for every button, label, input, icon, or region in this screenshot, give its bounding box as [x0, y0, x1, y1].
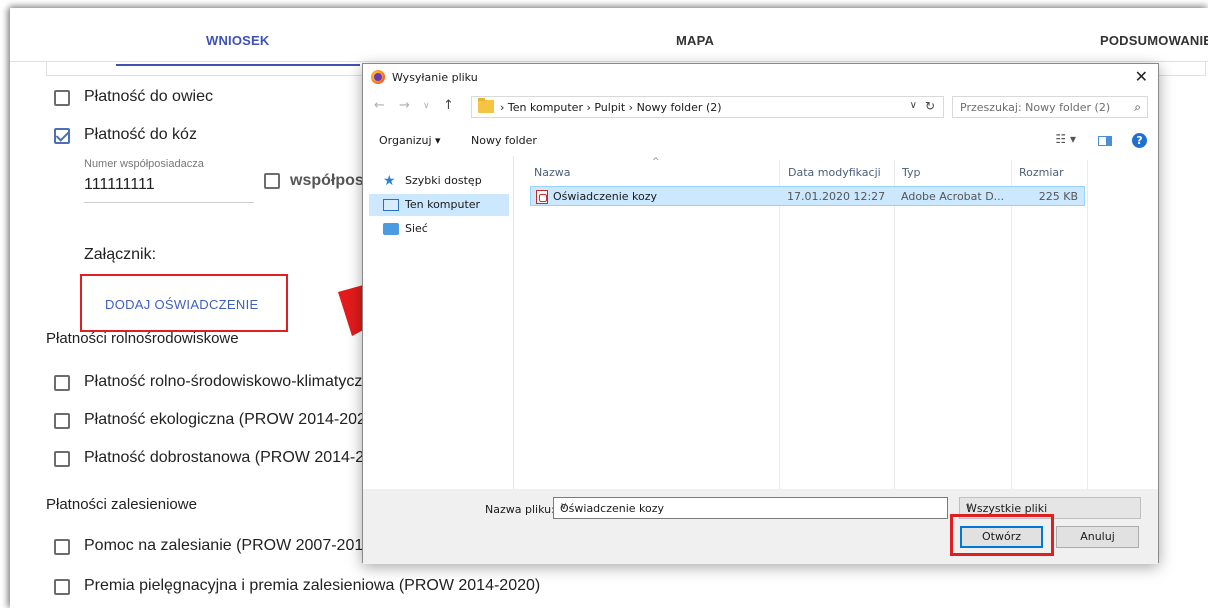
firefox-icon-center: [374, 73, 382, 81]
help-icon[interactable]: ?: [1132, 133, 1147, 148]
tab-podsumowanie[interactable]: PODSUMOWANIE: [1100, 33, 1208, 48]
column-header-date[interactable]: Data modyfikacji: [788, 166, 881, 179]
new-folder-button[interactable]: Nowy folder: [471, 134, 537, 147]
search-placeholder: Przeszukaj: Nowy folder (2): [960, 101, 1111, 114]
search-icon[interactable]: ⌕: [1134, 100, 1141, 115]
tab-wniosek[interactable]: WNIOSEK: [116, 33, 359, 66]
chevron-down-icon[interactable]: ∨: [560, 501, 941, 512]
column-header-name[interactable]: Nazwa: [534, 166, 570, 179]
file-date: 17.01.2020 12:27: [787, 190, 886, 203]
sidebar-item-this-pc[interactable]: Ten komputer: [369, 194, 509, 216]
column-divider: [1011, 160, 1012, 496]
tab-bar: WNIOSEK MAPA PODSUMOWANIE: [10, 8, 1208, 66]
wspolposiadacz-input[interactable]: 111111111: [84, 176, 155, 194]
wspolposiadacz-field-label: Numer współposiadacza: [84, 158, 204, 170]
filename-input[interactable]: Oświadczenie kozy ∨: [553, 497, 948, 519]
refresh-icon[interactable]: ↻: [925, 99, 935, 113]
sort-ascending-icon: ^: [652, 157, 660, 167]
section-zalesieniowe: Płatności zalesieniowe: [46, 496, 197, 513]
breadcrumb[interactable]: › Ten komputer › Pulpit › Nowy folder (2…: [500, 101, 722, 114]
checkbox-dobrostanowa[interactable]: [54, 451, 70, 467]
checkbox-rolno-klimat[interactable]: [54, 375, 70, 391]
label-owce: Płatność do owiec: [84, 88, 213, 105]
tab-mapa[interactable]: MAPA: [676, 33, 714, 48]
sidebar-item-label: Ten komputer: [405, 198, 481, 211]
preview-pane-icon[interactable]: [1098, 136, 1112, 146]
computer-icon: [383, 199, 399, 211]
file-size: 225 KB: [1038, 190, 1078, 203]
zalacznik-label: Załącznik:: [84, 246, 157, 263]
checkbox-kozy[interactable]: [54, 128, 70, 144]
organize-menu[interactable]: Organizuj ▾: [379, 134, 441, 147]
column-header-size[interactable]: Rozmiar: [1019, 166, 1064, 179]
file-upload-dialog: Wysyłanie pliku ✕ ← → ∨ ↑ › Ten komputer…: [362, 63, 1159, 564]
address-bar[interactable]: › Ten komputer › Pulpit › Nowy folder (2…: [471, 96, 944, 118]
checkbox-ekologiczna[interactable]: [54, 413, 70, 429]
sidebar-item-quick-access[interactable]: ★ Szybki dostęp: [369, 170, 509, 192]
checkbox-owce[interactable]: [54, 90, 70, 106]
folder-icon: [478, 98, 494, 113]
file-row[interactable]: Oświadczenie kozy 17.01.2020 12:27 Adobe…: [530, 186, 1085, 206]
dialog-toolbar: Organizuj ▾ Nowy folder ☷ ▾ ?: [363, 126, 1158, 156]
cancel-button[interactable]: Anuluj: [1056, 526, 1139, 548]
label-kozy: Płatność do kóz: [84, 126, 197, 143]
add-statement-button[interactable]: DODAJ OŚWIADCZENIE: [105, 297, 258, 312]
forward-arrow-icon[interactable]: →: [399, 98, 410, 113]
column-divider: [1087, 160, 1088, 496]
label-ekologiczna: Płatność ekologiczna (PROW 2014-2020: [84, 411, 375, 428]
pdf-file-icon: [536, 190, 548, 204]
star-icon: ★: [383, 173, 396, 189]
column-divider: [779, 160, 780, 496]
file-type: Adobe Acrobat D...: [901, 190, 1005, 203]
view-options-icon[interactable]: ☷ ▾: [1055, 132, 1076, 146]
up-arrow-icon[interactable]: ↑: [443, 98, 454, 113]
search-input[interactable]: Przeszukaj: Nowy folder (2) ⌕: [952, 96, 1148, 118]
chevron-down-icon[interactable]: ∨: [910, 100, 917, 111]
sidebar-item-label: Sieć: [405, 222, 428, 235]
chevron-down-icon: ∨: [966, 501, 974, 512]
section-rolnosrodowiskowe: Płatności rolnośrodowiskowe: [46, 330, 239, 347]
label-wspolpos: współpos: [290, 172, 364, 189]
filename-label: Nazwa pliku:: [485, 503, 555, 516]
close-icon[interactable]: ✕: [1135, 67, 1148, 86]
label-rolno-klimat: Płatność rolno-środowiskowo-klimatyczn: [84, 373, 372, 390]
highlight-box: [950, 514, 1054, 556]
recent-dropdown-icon[interactable]: ∨: [423, 101, 430, 111]
network-icon: [383, 223, 399, 235]
column-header-type[interactable]: Typ: [902, 166, 921, 179]
sidebar-item-network[interactable]: Sieć: [369, 218, 509, 240]
navigation-pane: ★ Szybki dostęp Ten komputer Sieć: [363, 156, 514, 489]
checkbox-premia[interactable]: [54, 579, 70, 595]
label-dobrostanowa: Płatność dobrostanowa (PROW 2014-20: [84, 449, 374, 466]
file-list: ^ Nazwa Data modyfikacji Typ Rozmiar Ośw…: [516, 156, 1158, 496]
dialog-title: Wysyłanie pliku: [392, 71, 478, 84]
checkbox-wspolposiadacz[interactable]: [264, 173, 280, 189]
checkbox-pomoc-zalesianie[interactable]: [54, 539, 70, 555]
file-name: Oświadczenie kozy: [553, 190, 658, 203]
column-divider: [894, 160, 895, 496]
label-pomoc-zalesianie: Pomoc na zalesianie (PROW 2007-2013): [84, 537, 378, 554]
label-premia: Premia pielęgnacyjna i premia zalesienio…: [84, 577, 541, 594]
dialog-titlebar: Wysyłanie pliku ✕: [363, 64, 1158, 90]
address-row: ← → ∨ ↑ › Ten komputer › Pulpit › Nowy f…: [363, 96, 1158, 118]
sidebar-item-label: Szybki dostęp: [405, 174, 482, 187]
input-underline: [84, 202, 254, 203]
back-arrow-icon[interactable]: ←: [374, 98, 385, 113]
